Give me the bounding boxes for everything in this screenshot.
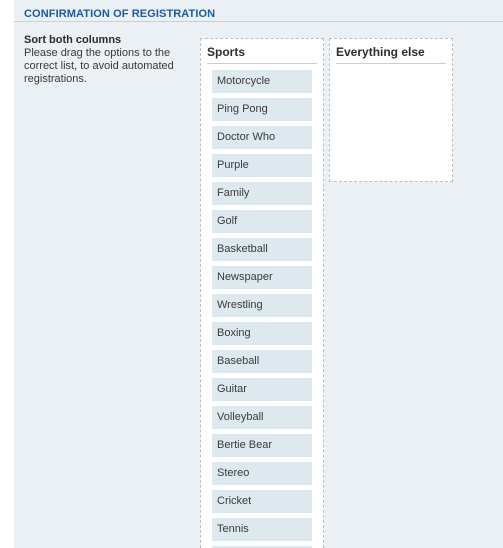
draggable-item[interactable]: Motorcycle (212, 70, 312, 93)
draggable-item[interactable]: Wrestling (212, 294, 312, 317)
draggable-item[interactable]: Purple (212, 154, 312, 177)
everything-else-column-divider (336, 63, 446, 64)
draggable-item[interactable]: Newspaper (212, 266, 312, 289)
draggable-item[interactable]: Family (212, 182, 312, 205)
sports-column[interactable]: Sports Motorcycle Ping Pong Doctor Who P… (200, 38, 324, 548)
draggable-item[interactable]: Golf (212, 210, 312, 233)
draggable-item[interactable]: Basketball (212, 238, 312, 261)
panel-title: CONFIRMATION OF REGISTRATION (24, 8, 216, 20)
instructions-heading: Sort both columns (24, 34, 122, 46)
draggable-item[interactable]: Baseball (212, 350, 312, 373)
draggable-item[interactable]: Bertie Bear (212, 434, 312, 457)
panel-header: CONFIRMATION OF REGISTRATION (14, 0, 503, 22)
everything-else-column[interactable]: Everything else (329, 38, 453, 182)
draggable-item[interactable]: Ping Pong (212, 98, 312, 121)
draggable-item[interactable]: Tennis (212, 518, 312, 541)
draggable-item[interactable]: Stereo (212, 462, 312, 485)
instructions: Sort both columns Please drag the option… (24, 34, 189, 86)
instructions-text: Please drag the options to the correct l… (24, 47, 174, 85)
sports-item-list: Motorcycle Ping Pong Doctor Who Purple F… (212, 70, 312, 548)
registration-panel: CONFIRMATION OF REGISTRATION Sort both c… (14, 0, 503, 548)
draggable-item[interactable]: Boxing (212, 322, 312, 345)
everything-else-column-title: Everything else (336, 45, 425, 59)
draggable-item[interactable]: Volleyball (212, 406, 312, 429)
sports-column-divider (207, 63, 317, 64)
draggable-item[interactable]: Cricket (212, 490, 312, 513)
sports-column-title: Sports (207, 45, 246, 59)
draggable-item[interactable]: Doctor Who (212, 126, 312, 149)
draggable-item[interactable]: Guitar (212, 378, 312, 401)
